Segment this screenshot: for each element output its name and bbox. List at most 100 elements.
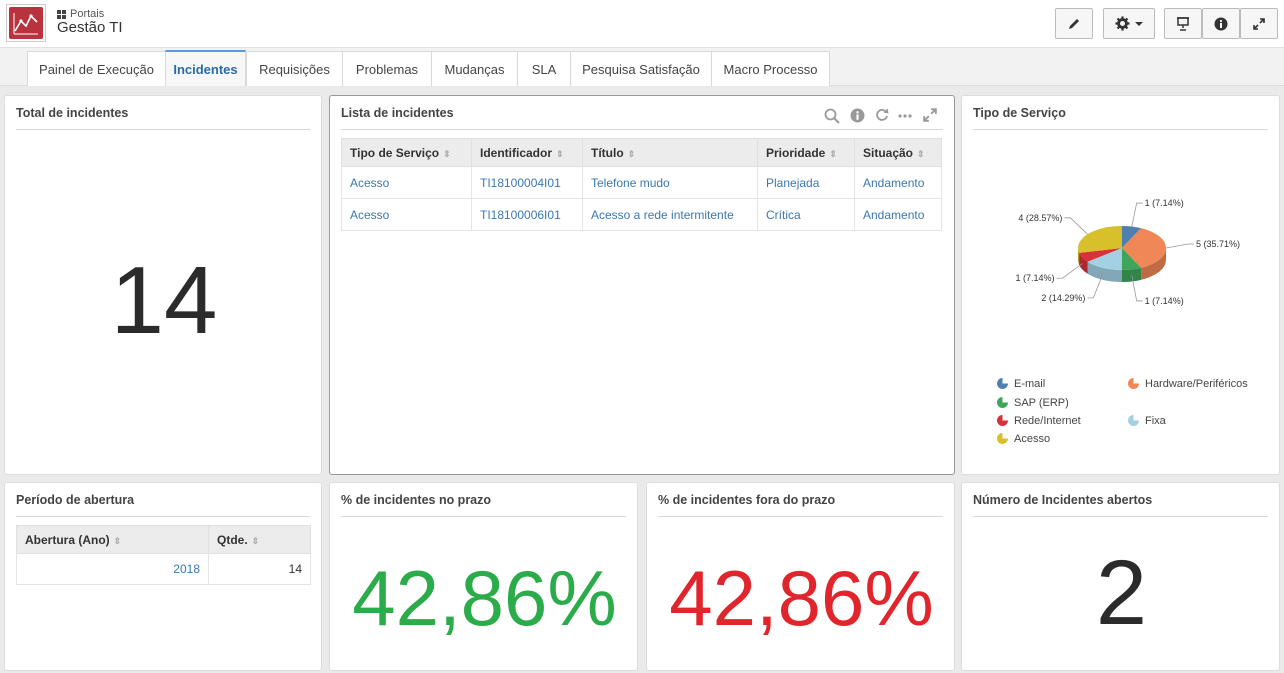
no-prazo-value: 42,86% [352,554,617,642]
info-icon[interactable] [850,108,865,123]
panel-incidentes-abertos: Número de Incidentes abertos 2 [961,482,1280,671]
total-incidentes-value: 14 [110,247,218,354]
more-icon[interactable] [898,114,912,118]
cell-prioridade[interactable]: Crítica [757,198,855,231]
col-situacao[interactable]: Situação ⇕ [854,138,942,167]
panel-title: Lista de incidentes [341,106,454,120]
pie-label-line [1165,243,1194,249]
panel-title: Tipo de Serviço [973,106,1066,120]
pie-swatch-icon [997,378,1008,389]
table-row[interactable]: Acesso TI18100004I01 Telefone mudo Plane… [341,166,942,199]
cell-titulo[interactable]: Acesso a rede intermitente [582,198,758,231]
col-tipo-servico[interactable]: Tipo de Serviço ⇕ [341,138,472,167]
divider [658,516,943,517]
tab-mudancas[interactable]: Mudanças [431,51,518,86]
pie-data-label: 5 (35.71%) [1196,239,1240,249]
cell-titulo[interactable]: Telefone mudo [582,166,758,199]
panel-fora-prazo: % de incidentes fora do prazo 42,86% [646,482,955,671]
pie-swatch-icon [1128,415,1139,426]
panel-title: Número de Incidentes abertos [973,493,1153,507]
settings-dropdown-button[interactable] [1103,8,1155,39]
app-header: Portais Gestão TI [0,0,1284,48]
legend-item[interactable]: Hardware/Periféricos [1128,378,1248,390]
fullscreen-button[interactable] [1240,8,1278,39]
pie-data-label: 1 (7.14%) [1016,273,1055,283]
col-qtde[interactable]: Qtde. ⇕ [208,525,311,554]
cell-situacao[interactable]: Andamento [854,166,942,199]
tab-requisicoes[interactable]: Requisições [246,51,343,86]
tab-painel-de-execucao[interactable]: Painel de Execução [27,51,166,86]
refresh-icon[interactable] [875,108,889,122]
cell-situacao[interactable]: Andamento [854,198,942,231]
incidentes-abertos-value: 2 [1095,542,1148,644]
legend-label: E-mail [1014,378,1046,390]
table-row[interactable]: 2018 14 [16,553,311,585]
periodo-table: Abertura (Ano) ⇕ Qtde. ⇕ 2018 14 [16,525,311,585]
cell-ano[interactable]: 2018 [16,553,209,585]
page-title: Gestão TI [57,19,123,36]
sort-icon: ⇕ [627,148,636,159]
pie-swatch-icon [997,397,1008,408]
col-abertura-ano[interactable]: Abertura (Ano) ⇕ [16,525,209,554]
divider [341,516,626,517]
pie-label-line [1131,202,1143,227]
panel-lista-incidentes: Lista de incidentes Tipo de Serviço ⇕ Ide… [329,95,955,475]
tab-pesquisa-satisfacao[interactable]: Pesquisa Satisfação [570,51,712,86]
info-icon [1214,17,1228,30]
sort-icon: ⇕ [113,535,122,546]
pie-swatch-icon [1128,378,1139,389]
edit-button[interactable] [1055,8,1093,39]
cell-qtde: 14 [208,553,311,585]
cell-tipo-servico[interactable]: Acesso [341,166,472,199]
tab-bar: Painel de Execução Incidentes Requisiçõe… [0,48,1284,86]
divider [973,129,1268,130]
legend-label: Hardware/Periféricos [1145,378,1248,390]
chart-line-icon [9,7,43,39]
col-titulo[interactable]: Título ⇕ [582,138,758,167]
panel-title: % de incidentes no prazo [341,493,492,507]
pie-data-label: 1 (7.14%) [1145,296,1184,306]
legend-item[interactable]: Fixa [1128,415,1166,427]
sort-icon: ⇕ [251,535,260,546]
tab-problemas[interactable]: Problemas [342,51,432,86]
col-identificador[interactable]: Identificador ⇕ [471,138,583,167]
pie-chart: 1 (7.14%) 5 (35.71%) 1 (7.14%) 2 (14.29%) 1 … [1016,198,1241,306]
pie-label-line [1064,217,1088,235]
table-row[interactable]: Acesso TI18100006I01 Acesso a rede inter… [341,198,942,231]
legend-label: Acesso [1014,433,1051,445]
gear-icon [1115,16,1130,31]
pie-data-label: 1 (7.14%) [1145,198,1184,208]
legend-item[interactable]: E-mail [997,378,1045,390]
search-icon[interactable] [824,108,840,124]
caret-down-icon [1135,21,1143,26]
panel-tipo-servico: Tipo de Serviço 1 (7.14%) 5 (35.71%) 1 (7.… [961,95,1280,475]
incidents-table: Tipo de Serviço ⇕ Identificador ⇕ Título ⇕ … [341,138,942,231]
fora-prazo-value: 42,86% [669,554,934,642]
sort-icon: ⇕ [556,148,564,159]
presentation-button[interactable] [1164,8,1202,39]
cell-identificador[interactable]: TI18100006I01 [471,198,583,231]
col-prioridade[interactable]: Prioridade ⇕ [757,138,855,167]
legend-label: Fixa [1145,415,1166,427]
legend-item[interactable]: SAP (ERP) [997,397,1069,409]
legend-item[interactable]: Rede/Internet [997,415,1081,427]
panel-title: Total de incidentes [16,106,129,120]
sort-icon: ⇕ [829,148,837,159]
expand-icon[interactable] [923,108,937,122]
legend-label: Rede/Internet [1014,415,1081,427]
tab-incidentes[interactable]: Incidentes [165,50,246,86]
sort-icon: ⇕ [443,148,451,159]
tab-sla[interactable]: SLA [517,51,571,86]
tab-macro-processo[interactable]: Macro Processo [711,51,830,86]
cell-tipo-servico[interactable]: Acesso [341,198,472,231]
info-button[interactable] [1202,8,1240,39]
legend-item[interactable]: Acesso [997,433,1050,445]
expand-icon [1253,17,1265,30]
grid-icon [57,9,66,19]
cell-identificador[interactable]: TI18100004I01 [471,166,583,199]
app-logo[interactable] [6,4,46,42]
sort-icon: ⇕ [917,148,925,159]
cell-prioridade[interactable]: Planejada [757,166,855,199]
panel-periodo-abertura: Período de abertura Abertura (Ano) ⇕ Qtde… [4,482,322,671]
panel-title: Período de abertura [16,493,135,507]
